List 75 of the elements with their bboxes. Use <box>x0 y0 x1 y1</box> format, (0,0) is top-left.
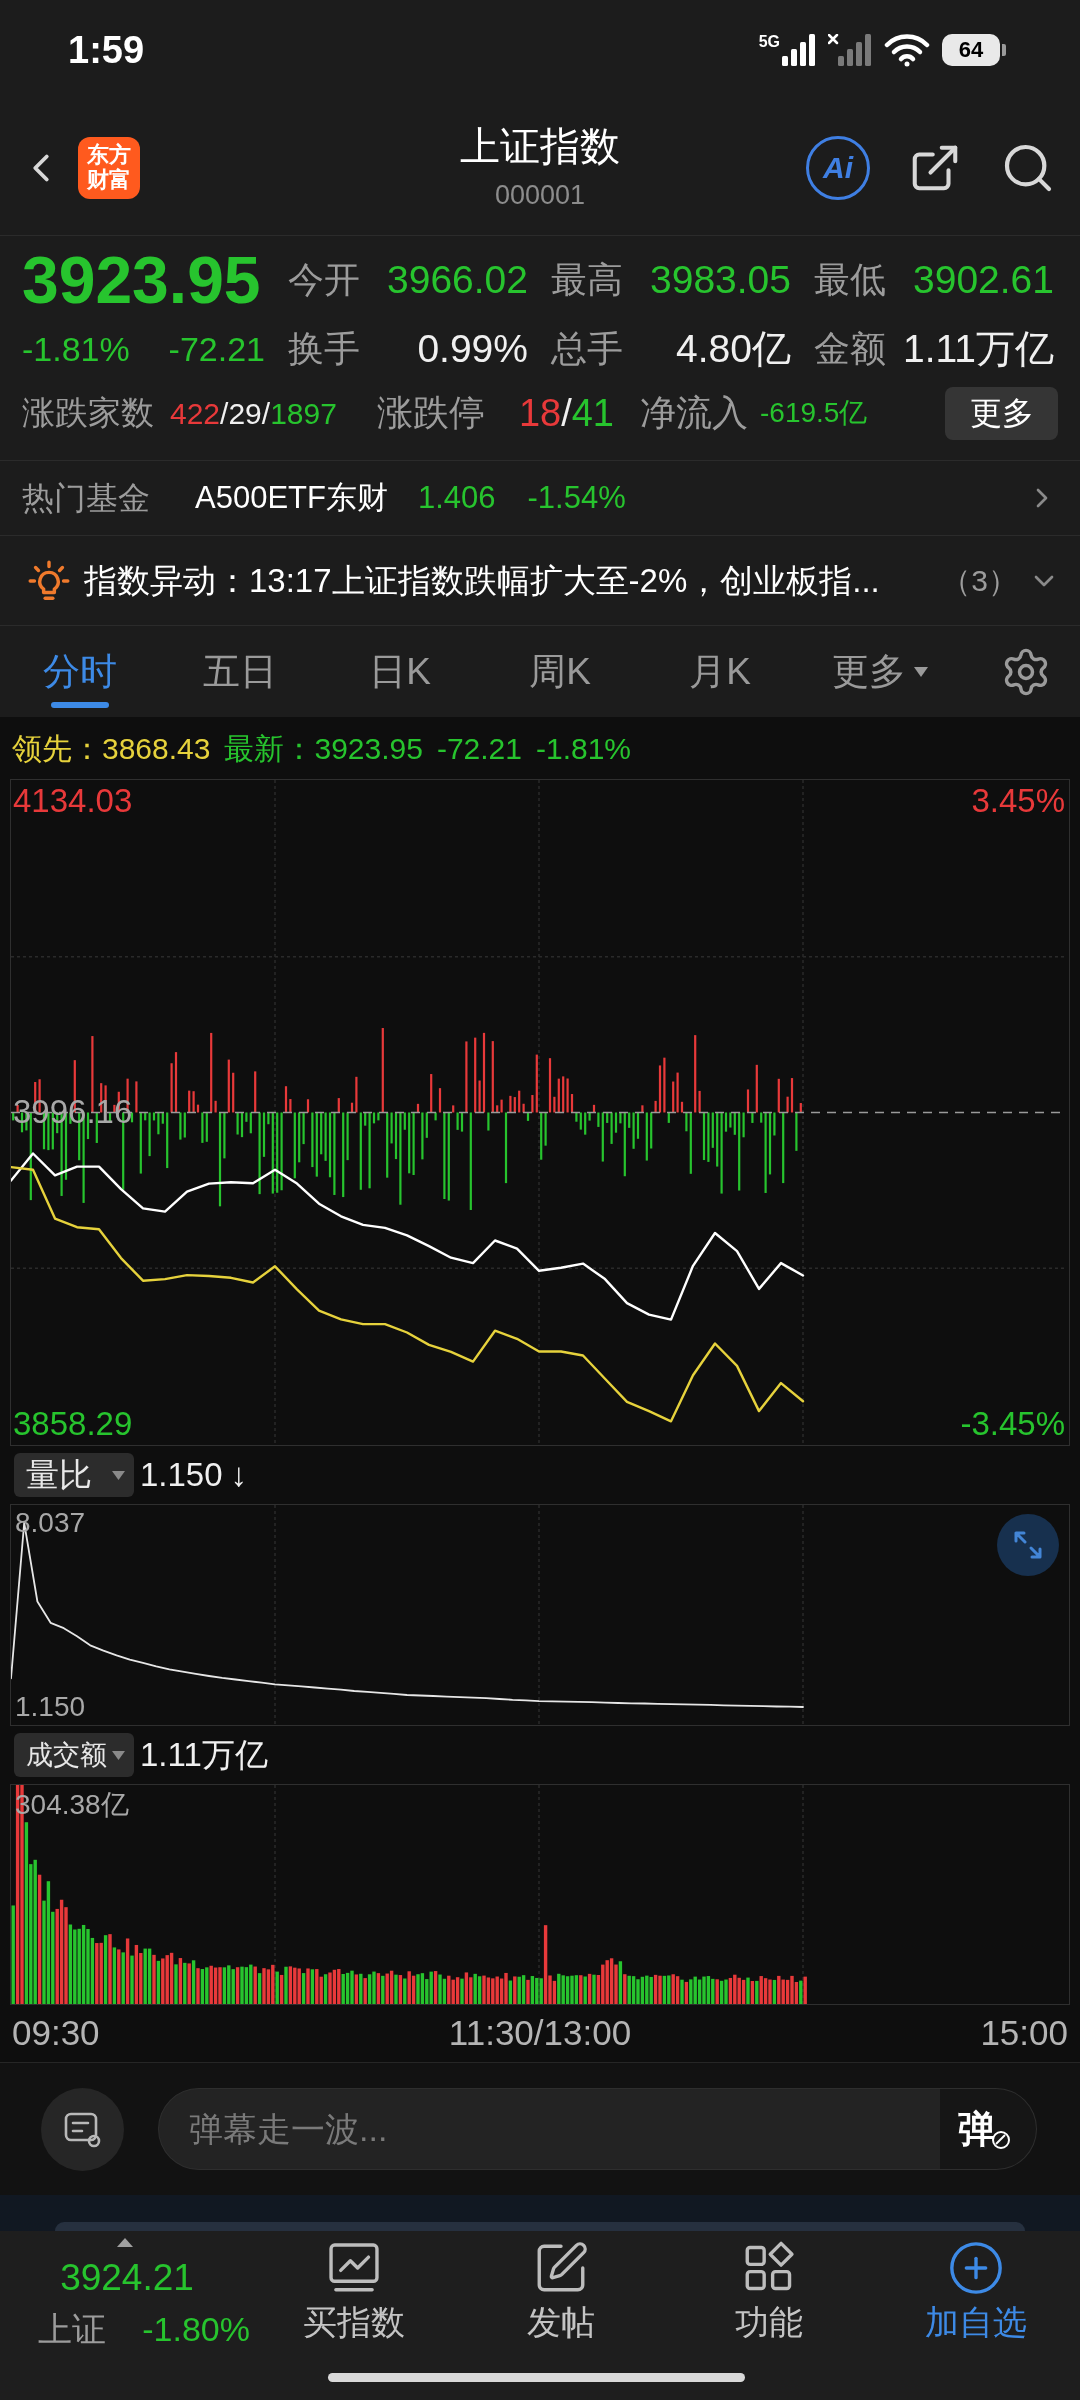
change-amount: -72.21 <box>168 328 265 370</box>
stat-value: 4.80亿 <box>676 325 791 372</box>
chart-period-tab[interactable]: 月K <box>640 626 800 717</box>
hot-fund-label: 热门基金 <box>22 479 150 518</box>
indicator-dropdown[interactable]: 量比 <box>14 1453 134 1497</box>
percent-axis-label: -3.45% <box>960 1405 1065 1443</box>
bottom-index-name[interactable]: 上证 <box>38 2312 106 2346</box>
no-signal-icon <box>828 34 872 66</box>
chart-period-tab[interactable]: 日K <box>320 626 480 717</box>
time-label: 11:30/13:00 <box>448 2012 632 2055</box>
price-axis-label: 3858.29 <box>13 1405 133 1443</box>
bottom-index-price[interactable]: 3924.21 <box>60 2259 194 2296</box>
ai-assistant-button[interactable]: Ai <box>806 135 870 200</box>
stat-label: 金额 <box>814 327 886 371</box>
bottom-nav-item[interactable]: 发帖 <box>457 2231 665 2400</box>
fund-price: 1.406 <box>417 478 496 517</box>
alert-count: （3） <box>941 563 1018 599</box>
indicator-value: 1.11万亿 <box>140 1735 268 1776</box>
stat-value: 1.11万亿 <box>903 325 1054 372</box>
ratio-axis-label: 8.037 <box>15 1507 86 1539</box>
limit-count: 18/41 <box>518 390 614 436</box>
percent-axis-label: 3.45% <box>971 782 1065 820</box>
index-title: 上证指数 <box>460 126 620 166</box>
danmaku-settings-icon[interactable] <box>41 2087 124 2171</box>
net-inflow-label: 净流入 <box>640 391 748 435</box>
bottom-nav-item[interactable]: 买指数 <box>250 2231 458 2400</box>
ratio-axis-label: 1.150 <box>15 1691 86 1723</box>
breadth-label: 涨跌家数 <box>22 393 154 434</box>
wifi-icon <box>884 33 930 67</box>
legend-reading: 最新：3923.95 <box>224 730 423 767</box>
fund-name[interactable]: A500ETF东财 <box>195 474 388 522</box>
fund-change: -1.54% <box>527 478 626 517</box>
caret-down-icon <box>914 666 928 677</box>
stat-value: 0.99% <box>417 325 528 372</box>
stat-label: 今开 <box>288 258 360 302</box>
indicator-value: 1.150 <box>140 1455 223 1496</box>
caret-down-icon <box>112 1470 125 1480</box>
stat-label: 换手 <box>288 327 360 371</box>
stat-value: 3966.02 <box>387 256 528 303</box>
trend-arrow: ↓ <box>230 1455 248 1496</box>
legend-reading: 领先：3868.43 <box>12 730 211 767</box>
stat-label: 最高 <box>551 258 623 302</box>
indicator-dropdown[interactable]: 成交额 <box>14 1733 134 1777</box>
limit-label: 涨跌停 <box>376 391 485 435</box>
index-price: 3923.95 <box>22 247 261 313</box>
stat-value: 3902.61 <box>913 256 1054 303</box>
bottom-nav-item[interactable]: 加自选 <box>872 2231 1080 2400</box>
index-code: 000001 <box>494 182 586 209</box>
stat-value: 3983.05 <box>650 256 791 303</box>
signal-icon <box>782 34 816 66</box>
chart-period-tab[interactable]: 五日 <box>160 626 320 717</box>
caret-down-icon <box>112 1750 125 1760</box>
alert-message[interactable]: 指数异动：13:17上证指数跌幅扩大至-2%，创业板指... <box>84 555 880 606</box>
bottom-index-change[interactable]: -1.80% <box>142 2312 250 2346</box>
net-inflow-value: -619.5亿 <box>760 396 868 430</box>
caret-up-icon[interactable] <box>117 2238 133 2247</box>
bottom-nav-item[interactable]: 功能 <box>665 2231 873 2400</box>
advance-decline-count: 422/29/1897 <box>170 395 337 432</box>
chart-period-tab[interactable]: 分时 <box>0 626 160 717</box>
legend-reading: -1.81% <box>536 730 632 767</box>
change-percent: -1.81% <box>22 328 130 370</box>
more-button[interactable]: 更多 <box>945 386 1058 440</box>
clock-time: 1:59 <box>68 31 145 69</box>
expand-icon[interactable] <box>997 1514 1059 1576</box>
more-dropdown-tab[interactable]: 更多 <box>800 626 960 717</box>
network-type-label: 5G <box>758 34 780 50</box>
chart-period-tab[interactable]: 周K <box>480 626 640 717</box>
battery-indicator: 64 <box>942 34 1006 66</box>
stat-label: 最低 <box>814 258 886 302</box>
app-logo: 东方财富 <box>78 136 140 199</box>
stat-label: 总手 <box>551 327 623 371</box>
price-axis-label: 4134.03 <box>13 781 133 820</box>
legend-reading: -72.21 <box>436 730 522 767</box>
time-label: 09:30 <box>12 2012 100 2055</box>
time-label: 15:00 <box>980 2012 1068 2055</box>
